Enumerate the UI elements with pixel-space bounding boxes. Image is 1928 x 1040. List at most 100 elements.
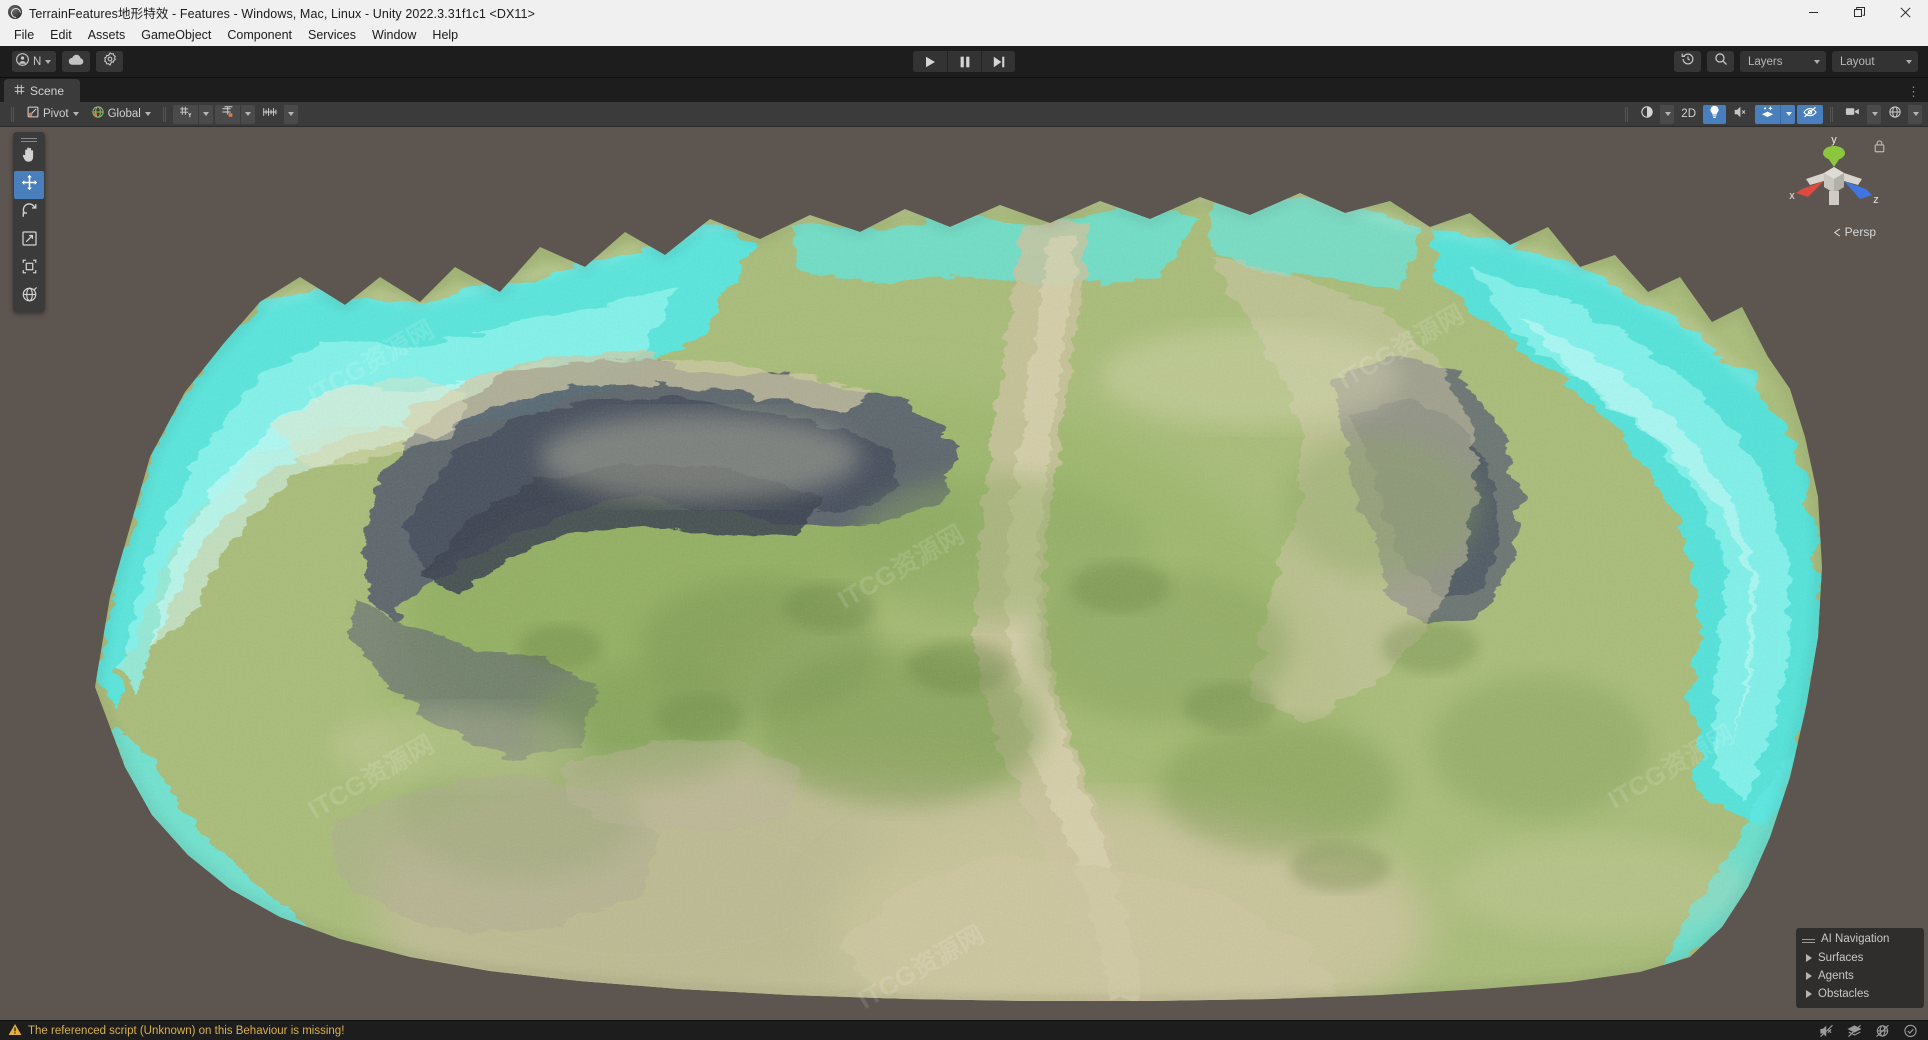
toggle-audio-button[interactable] — [1728, 105, 1753, 124]
close-button[interactable] — [1882, 0, 1928, 24]
scene-orientation-gizmo[interactable]: y x z Persp — [1778, 129, 1890, 239]
grid-axis-dropdown[interactable] — [197, 104, 213, 124]
scene-camera-dropdown[interactable] — [1866, 104, 1881, 124]
toggle-2d-label: 2D — [1681, 108, 1696, 120]
toggle-lighting-button[interactable] — [1703, 104, 1726, 124]
grid-axis-button[interactable] — [172, 104, 198, 124]
shading-mode-button[interactable] — [1635, 105, 1659, 124]
search-button[interactable] — [1707, 51, 1734, 72]
hand-icon — [21, 146, 38, 168]
pivot-icon — [26, 105, 40, 124]
scene-toolbar-right: 2D — [1620, 104, 1922, 124]
ai-nav-section-surfaces[interactable]: Surfaces — [1796, 949, 1924, 967]
unity-app-icon — [8, 5, 22, 19]
undo-history-button[interactable] — [1674, 51, 1701, 72]
chevron-down-icon — [1871, 112, 1878, 116]
toggle-2d-button[interactable]: 2D — [1676, 105, 1701, 124]
scene-tabbar: Scene ⋮ — [0, 78, 1928, 102]
toolbar-right-group: Layers Layout — [1674, 51, 1918, 72]
menu-item-component[interactable]: Component — [219, 25, 300, 45]
tab-scene[interactable]: Scene — [4, 79, 81, 102]
grid-snap-group — [214, 104, 255, 124]
grid-snap-dropdown[interactable] — [239, 104, 255, 124]
ai-nav-surfaces-label: Surfaces — [1818, 952, 1864, 964]
play-button[interactable] — [913, 51, 947, 72]
handle-space-label: Global — [107, 108, 141, 120]
palette-drag-handle[interactable] — [14, 133, 44, 143]
ai-nav-section-agents[interactable]: Agents — [1796, 967, 1924, 985]
increment-snap-dropdown[interactable] — [282, 104, 298, 124]
gizmos-group — [1883, 104, 1922, 124]
pause-button[interactable] — [947, 51, 981, 72]
cloud-settings-button[interactable] — [96, 51, 124, 72]
ai-nav-section-obstacles[interactable]: Obstacles — [1796, 985, 1924, 1003]
rect-tool[interactable] — [14, 255, 44, 283]
menu-item-file[interactable]: File — [6, 25, 42, 45]
move-arrows-icon — [21, 174, 38, 196]
projection-mode-toggle[interactable]: Persp — [1833, 225, 1876, 239]
lock-icon[interactable] — [1873, 139, 1886, 158]
layout-dropdown[interactable]: Layout — [1832, 51, 1918, 72]
rect-transform-icon — [21, 258, 38, 280]
menu-item-help[interactable]: Help — [424, 25, 466, 45]
menu-item-edit[interactable]: Edit — [42, 25, 80, 45]
undo-history-icon — [1681, 52, 1695, 71]
mute-audio-status-icon[interactable] — [1819, 1024, 1834, 1038]
window-controls — [1790, 0, 1928, 24]
chevron-down-icon — [245, 112, 252, 116]
menu-item-window[interactable]: Window — [364, 25, 424, 45]
ready-check-status-icon[interactable] — [1903, 1024, 1918, 1038]
title-bar: TerrainFeatures地形特效 - Features - Windows… — [0, 0, 1928, 24]
global-space-icon — [91, 105, 105, 124]
status-bar[interactable]: The referenced script (Unknown) on this … — [0, 1020, 1928, 1040]
kebab-menu-icon[interactable]: ⋮ — [1907, 85, 1920, 98]
ai-navigation-overlay[interactable]: AI Navigation Surfaces Agents Obstacles — [1796, 928, 1924, 1008]
minimize-button[interactable] — [1790, 0, 1836, 24]
toggle-effects-dropdown[interactable] — [1780, 104, 1795, 124]
gizmos-toggle-button[interactable] — [1883, 105, 1907, 124]
pivot-mode-dropdown[interactable]: Pivot — [21, 105, 84, 124]
transform-globe-icon — [21, 286, 38, 308]
hand-tool[interactable] — [14, 143, 44, 171]
grid-snap-button[interactable] — [214, 104, 240, 124]
main-toolbar: N Layers Layout — [0, 46, 1928, 78]
menu-item-services[interactable]: Services — [300, 25, 364, 45]
layers-status-icon[interactable] — [1847, 1024, 1862, 1038]
tab-scene-label: Scene — [30, 83, 65, 98]
increment-snap-button[interactable] — [257, 105, 283, 124]
scene-viewport[interactable]: ITCG资源网 ITCG资源网 ITCG资源网 ITCG资源网 ITCG资源网 … — [0, 127, 1928, 1020]
transform-tool[interactable] — [14, 283, 44, 311]
shading-mode-dropdown[interactable] — [1659, 104, 1675, 124]
restore-button[interactable] — [1836, 0, 1882, 24]
playmode-controls — [913, 51, 1015, 72]
shading-mode-group — [1635, 104, 1675, 124]
toggle-effects-button[interactable] — [1755, 104, 1780, 124]
chevron-down-icon — [1906, 59, 1912, 64]
menu-bar: File Edit Assets GameObject Component Se… — [0, 24, 1928, 46]
rotate-tool[interactable] — [14, 199, 44, 227]
ai-navigation-header[interactable]: AI Navigation — [1796, 931, 1924, 949]
grid-axis-y-icon — [178, 105, 193, 124]
layers-label: Layers — [1748, 55, 1783, 68]
menu-item-assets[interactable]: Assets — [80, 25, 134, 45]
chevron-down-icon — [45, 59, 52, 64]
chevron-down-icon — [1912, 112, 1919, 116]
account-dropdown[interactable]: N — [12, 51, 57, 72]
toolbar-divider — [1830, 106, 1833, 122]
scene-camera-button[interactable] — [1840, 105, 1866, 124]
handle-space-dropdown[interactable]: Global — [86, 105, 156, 124]
menu-item-gameobject[interactable]: GameObject — [133, 25, 219, 45]
cloud-services-button[interactable] — [62, 51, 91, 72]
step-button[interactable] — [981, 51, 1015, 72]
gizmos-dropdown[interactable] — [1907, 104, 1922, 124]
scale-tool[interactable] — [14, 227, 44, 255]
window-title: TerrainFeatures地形特效 - Features - Windows… — [29, 6, 535, 21]
status-message-text: The referenced script (Unknown) on this … — [28, 1024, 345, 1037]
move-tool[interactable] — [14, 171, 44, 199]
chevron-right-icon — [1806, 954, 1812, 962]
toggle-hidden-objects-button[interactable] — [1797, 104, 1823, 124]
overlay-drag-handle[interactable] — [1802, 938, 1815, 940]
preview-packages-status-icon[interactable] — [1875, 1024, 1890, 1038]
status-message[interactable]: The referenced script (Unknown) on this … — [0, 1023, 344, 1039]
layers-dropdown[interactable]: Layers — [1740, 51, 1826, 72]
